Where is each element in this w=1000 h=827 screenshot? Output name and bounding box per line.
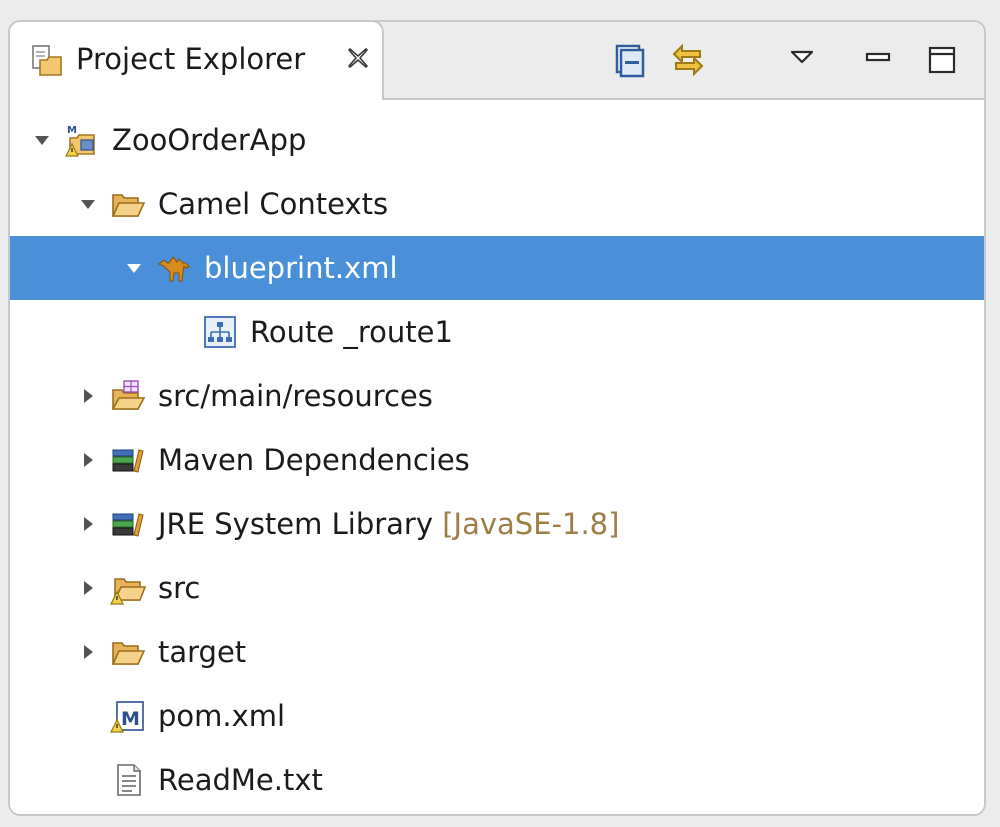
collapsed-arrow-icon[interactable]: [78, 514, 98, 534]
collapsed-arrow-icon[interactable]: [78, 578, 98, 598]
maven-pom-icon: M: [110, 701, 144, 733]
view-menu-icon[interactable]: [782, 40, 822, 80]
tree-item-label: ZooOrderApp: [112, 123, 307, 157]
project-explorer-view: Project Explorer M ZooOrderApp Camel Con…: [8, 20, 986, 816]
tree-item-camel-contexts[interactable]: Camel Contexts: [10, 172, 984, 236]
tree-item-zooorderapp[interactable]: M ZooOrderApp: [10, 108, 984, 172]
svg-text:M: M: [67, 125, 77, 136]
tree-item-src-main-resources[interactable]: src/main/resources: [10, 364, 984, 428]
collapsed-arrow-icon[interactable]: [78, 450, 98, 470]
expanded-arrow-icon[interactable]: [78, 194, 98, 214]
tree-item-readme-txt[interactable]: ReadMe.txt: [10, 748, 984, 812]
tree-item-label: blueprint.xml: [204, 251, 398, 285]
library-icon: [112, 449, 144, 473]
maven-project-icon: M: [65, 125, 95, 157]
tree-item-label: pom.xml: [158, 699, 286, 733]
tree-item-label: Maven Dependencies: [158, 443, 470, 477]
tab-project-explorer[interactable]: Project Explorer: [10, 22, 384, 100]
collapsed-arrow-icon[interactable]: [78, 642, 98, 662]
tree-item-jre-system-library[interactable]: JRE System Library [JavaSE-1.8]: [10, 492, 984, 556]
expanded-arrow-icon[interactable]: [32, 130, 52, 150]
tree-item-label: src: [158, 571, 201, 605]
svg-text:M: M: [121, 708, 140, 730]
tree-item-target[interactable]: target: [10, 620, 984, 684]
tree-item-label: Route _route1: [250, 315, 453, 349]
tree-item-blueprint-xml[interactable]: blueprint.xml: [10, 236, 984, 300]
collapse-all-icon[interactable]: [608, 40, 648, 80]
camel-icon: [158, 256, 190, 282]
tree-item-label-group: JRE System Library [JavaSE-1.8]: [158, 507, 619, 541]
tree-item-label: src/main/resources: [158, 379, 433, 413]
tree-item-maven-dependencies[interactable]: Maven Dependencies: [10, 428, 984, 492]
tree-item-label: JRE System Library: [158, 507, 434, 541]
library-icon: [112, 513, 144, 537]
route-icon: [204, 316, 236, 348]
tree-item-label: Camel Contexts: [158, 187, 389, 221]
collapsed-arrow-icon[interactable]: [78, 386, 98, 406]
open-folder-icon: [111, 194, 146, 217]
maximize-icon[interactable]: [922, 40, 962, 80]
tree-item-label: ReadMe.txt: [158, 763, 323, 797]
folder-warning-icon: [110, 578, 146, 605]
tree-item-label: target: [158, 635, 247, 669]
minimize-icon[interactable]: [858, 40, 898, 80]
project-explorer-icon: [32, 45, 62, 76]
tree-item-pom-xml[interactable]: M pom.xml: [10, 684, 984, 748]
tree-item-route[interactable]: Route _route1: [10, 300, 984, 364]
tree-item-src[interactable]: src: [10, 556, 984, 620]
jre-version-decoration: [JavaSE-1.8]: [442, 507, 620, 541]
tab-title: Project Explorer: [76, 42, 306, 76]
folder-icon: [111, 642, 146, 665]
text-file-icon: [117, 764, 141, 796]
expanded-arrow-icon[interactable]: [124, 258, 144, 278]
link-with-editor-icon[interactable]: [668, 40, 708, 80]
source-folder-icon: [111, 380, 146, 410]
close-icon[interactable]: [346, 46, 370, 70]
